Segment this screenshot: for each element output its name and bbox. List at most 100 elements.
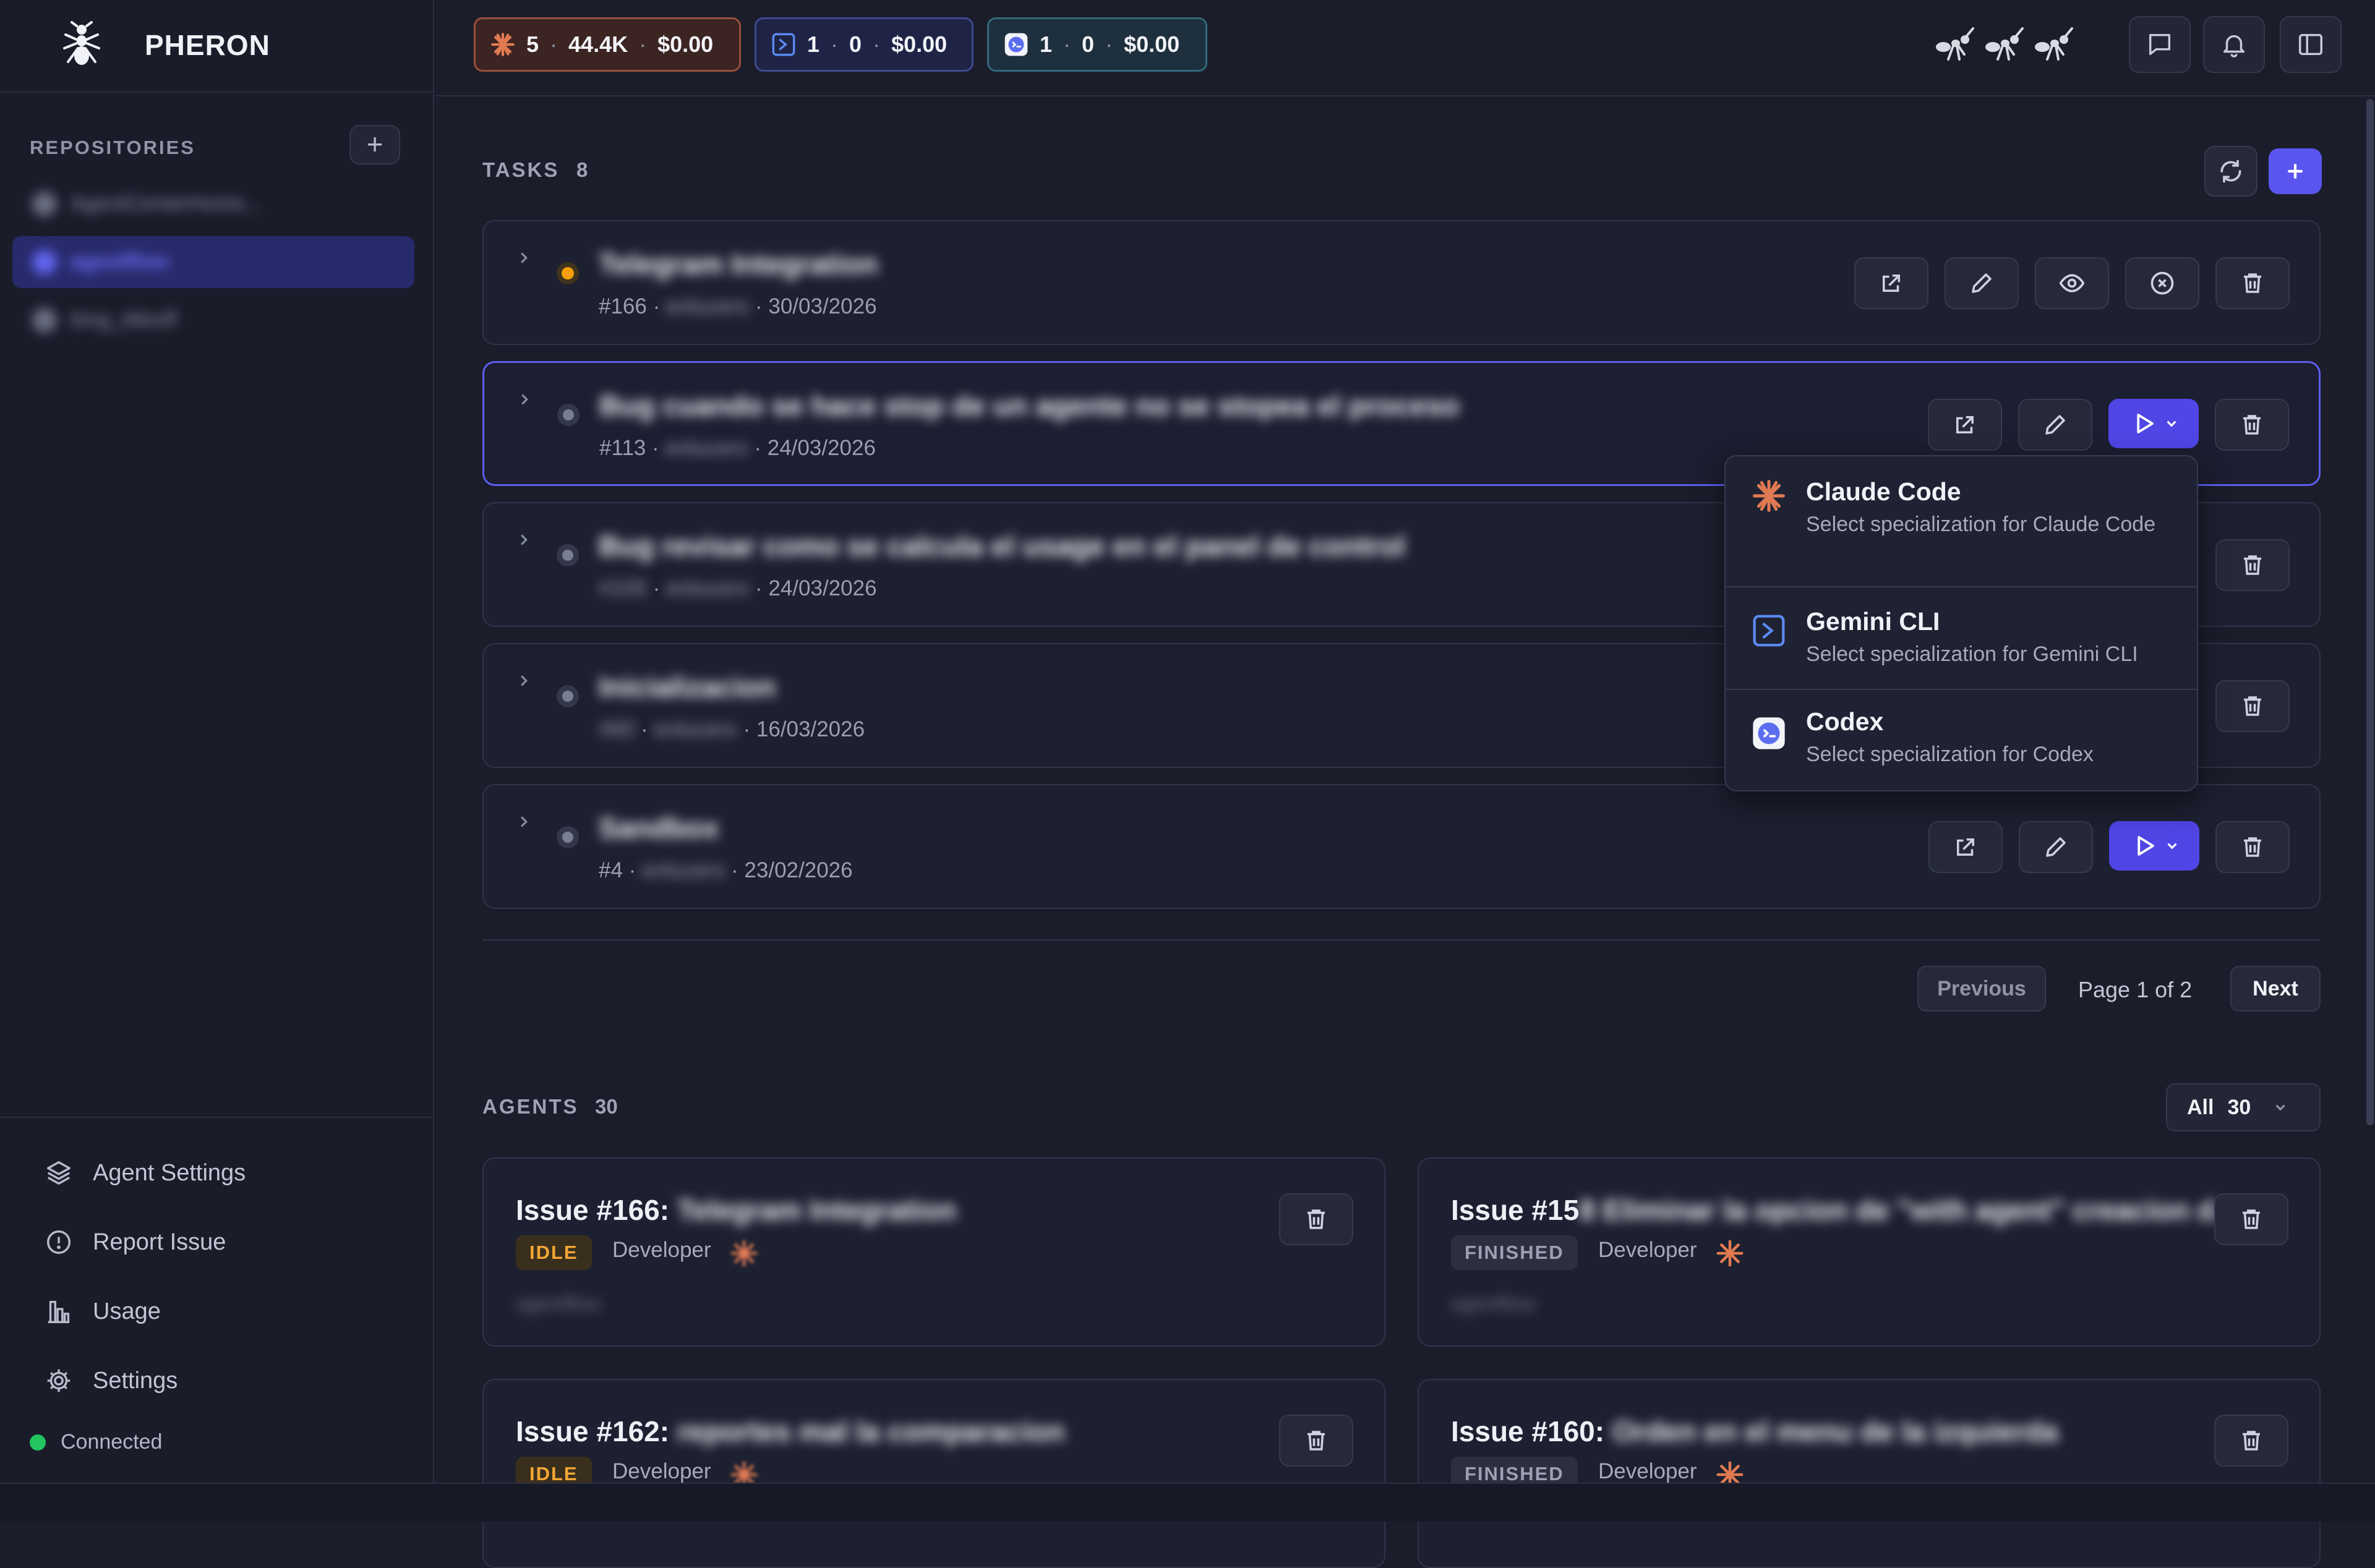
caret-down-icon: [2167, 420, 2176, 427]
dropdown-item-claude-code[interactable]: Claude Code Select specialization for Cl…: [1726, 456, 2197, 586]
repo-avatar: [32, 250, 57, 275]
codex-agent-count: 1: [1040, 32, 1053, 57]
ants-decoration-icon: [1931, 23, 2079, 67]
task-id: #105: [599, 576, 647, 600]
task-author: enlucero: [665, 576, 750, 600]
sidebar-repo-item-active[interactable]: agentflow: [12, 236, 414, 288]
stop-task-button[interactable]: [2125, 257, 2199, 309]
play-icon: [2138, 836, 2154, 856]
dropdown-item-name: Codex: [1806, 707, 1884, 736]
gemini-cli-icon: [1752, 613, 1786, 648]
gemini-agent-count: 1: [807, 32, 820, 57]
dropdown-item-description: Select specialization for Gemini CLI: [1806, 642, 2138, 666]
pencil-icon: [2046, 837, 2066, 857]
scrollbar[interactable]: [2366, 99, 2374, 1125]
agents-filter-select[interactable]: All 30: [2166, 1083, 2321, 1131]
delete-agent-button[interactable]: [1279, 1415, 1353, 1467]
sidebar-item-label: Usage: [93, 1298, 161, 1324]
claude-token-count: 44.4K: [568, 32, 628, 57]
claude-icon: [490, 32, 515, 57]
filter-label: All: [2187, 1095, 2214, 1119]
delete-task-button[interactable]: [2215, 680, 2290, 732]
chevron-right-icon[interactable]: [515, 390, 534, 409]
sidebar-repo-item[interactable]: AgentCenterHome...: [12, 178, 414, 230]
ant-logo-icon: [62, 21, 101, 68]
tasks-count: 8: [576, 158, 588, 181]
status-dot-idle: [557, 685, 579, 707]
gemini-cli-icon: [771, 32, 796, 57]
edit-task-button[interactable]: [2019, 821, 2093, 873]
delete-task-button[interactable]: [2215, 539, 2290, 591]
delete-task-button[interactable]: [2215, 399, 2289, 451]
task-title: Bug revisar como se calcula el usage en …: [599, 530, 1405, 562]
dropdown-item-codex[interactable]: Codex Select specialization for Codex: [1726, 690, 2197, 791]
task-date: 16/03/2026: [756, 717, 865, 741]
task-row[interactable]: Sandbox #4 · enlucero · 23/02/2026: [482, 784, 2321, 909]
delete-agent-button[interactable]: [1279, 1193, 1353, 1245]
agent-issue-title: Orden en el menu de la izquierda: [1612, 1415, 2058, 1447]
view-task-button[interactable]: [2035, 257, 2109, 309]
caret-down-icon: [2167, 843, 2177, 850]
claude-icon: [1716, 1239, 1744, 1268]
delete-task-button[interactable]: [2215, 821, 2290, 873]
trash-icon: [2243, 1431, 2260, 1451]
agent-card[interactable]: Issue #158 Eliminar la opcion de "with a…: [1418, 1157, 2321, 1347]
agents-title: AGENTS: [482, 1095, 579, 1118]
claude-agent-count: 5: [526, 32, 539, 57]
gear-icon: [45, 1366, 73, 1395]
agent-issue-number: Issue #15: [1451, 1194, 1580, 1226]
alert-circle-icon: [45, 1228, 73, 1256]
open-external-button[interactable]: [1854, 257, 1928, 309]
add-task-button[interactable]: [2269, 148, 2322, 194]
sidebar-repo-item[interactable]: bing_titlesff: [12, 294, 414, 346]
layers-icon: [45, 1159, 73, 1187]
chevron-right-icon[interactable]: [515, 671, 533, 690]
gemini-token-count: 0: [849, 32, 862, 57]
notifications-button[interactable]: [2203, 16, 2265, 73]
pencil-icon: [1972, 273, 1992, 293]
task-title: Bug cuando se hace stop de un agente no …: [599, 390, 1460, 422]
repositories-title: REPOSITORIES: [30, 137, 195, 158]
run-agent-dropdown-button[interactable]: [2109, 821, 2199, 871]
toggle-panel-button[interactable]: [2280, 16, 2342, 73]
agent-card[interactable]: Issue #166: Telegram Integration IDLE De…: [482, 1157, 1385, 1347]
chevron-right-icon[interactable]: [515, 530, 533, 549]
dropdown-item-description: Select specialization for Claude Code: [1806, 513, 2156, 536]
add-repository-button[interactable]: +: [349, 125, 400, 164]
agent-role: Developer: [1598, 1459, 1697, 1483]
chat-button[interactable]: [2129, 16, 2191, 73]
delete-agent-button[interactable]: [2214, 1415, 2288, 1467]
trash-icon: [2244, 837, 2261, 857]
refresh-tasks-button[interactable]: [2204, 146, 2257, 197]
codex-cost: $0.00: [1124, 32, 1180, 57]
claude-usage-pill[interactable]: 5 · 44.4K · $0.00: [474, 17, 741, 72]
chevron-right-icon[interactable]: [515, 812, 533, 831]
repo-label: AgentCenterHome...: [71, 192, 262, 215]
open-external-button[interactable]: [1928, 399, 2002, 451]
delete-task-button[interactable]: [2215, 257, 2290, 309]
run-agent-dropdown-button[interactable]: [2108, 399, 2199, 448]
task-row[interactable]: Telegram Integration #166 · enlucero · 3…: [482, 220, 2321, 345]
external-link-icon: [1883, 275, 1900, 292]
gemini-usage-pill[interactable]: 1 · 0 · $0.00: [755, 17, 974, 72]
external-link-icon: [1956, 416, 1974, 433]
agent-issue-title: reportes mal la comparacion: [677, 1415, 1065, 1447]
status-badge: IDLE: [516, 1235, 592, 1270]
next-page-button[interactable]: Next: [2230, 966, 2321, 1012]
delete-agent-button[interactable]: [2214, 1193, 2288, 1245]
dropdown-item-gemini-cli[interactable]: Gemini CLI Select specialization for Gem…: [1726, 587, 2197, 689]
bell-icon: [2223, 35, 2245, 58]
agent-issue-title: 8 Eliminar la opcion de "with agent" cre…: [1579, 1194, 2239, 1226]
edit-task-button[interactable]: [2018, 399, 2092, 451]
previous-page-button[interactable]: Previous: [1917, 966, 2046, 1012]
task-date: 30/03/2026: [768, 294, 877, 318]
chevron-right-icon[interactable]: [515, 249, 533, 267]
agent-card[interactable]: Issue #162: reportes mal la comparacion …: [482, 1379, 1385, 1568]
task-author: enlucero: [665, 294, 750, 318]
edit-task-button[interactable]: [1945, 257, 2019, 309]
sidebar-item-label: Report Issue: [93, 1229, 226, 1255]
codex-usage-pill[interactable]: 1 · 0 · $0.00: [987, 17, 1207, 72]
open-external-button[interactable]: [1928, 821, 2003, 873]
task-title: Inicializacion: [599, 671, 776, 703]
agent-card[interactable]: Issue #160: Orden en el menu de la izqui…: [1418, 1379, 2321, 1568]
